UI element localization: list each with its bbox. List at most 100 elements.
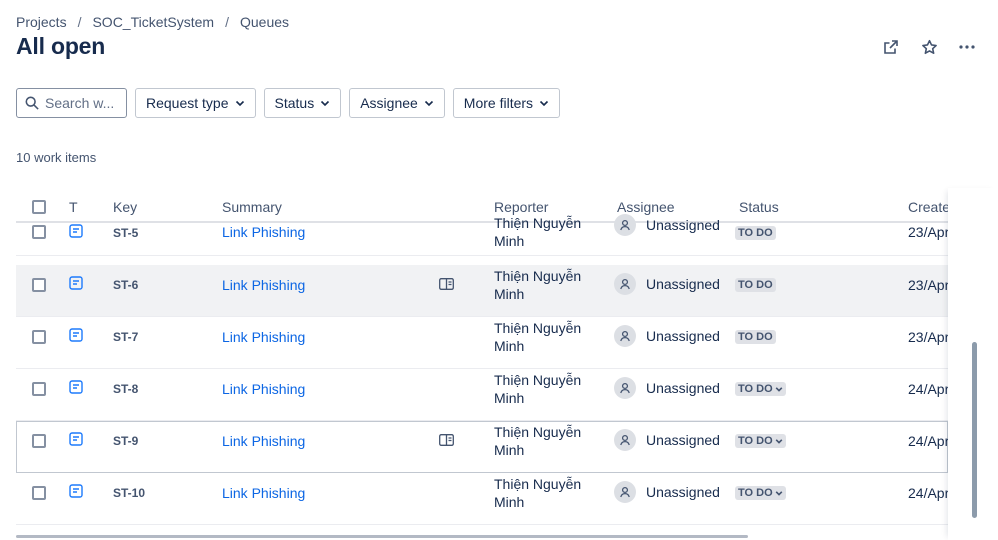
select-all-checkbox[interactable] bbox=[32, 200, 46, 214]
status-lozenge[interactable]: TO DO bbox=[735, 434, 786, 448]
more-filters-button[interactable]: More filters bbox=[452, 88, 561, 118]
user-icon bbox=[620, 486, 630, 498]
issue-summary-link[interactable]: Link Phishing bbox=[222, 433, 305, 449]
table-row[interactable]: ST-8 Link Phishing Thiện Nguyễn Minh Una… bbox=[16, 369, 948, 421]
avatar bbox=[614, 214, 636, 236]
reporter: Thiện Nguyễn Minh bbox=[494, 319, 581, 355]
star-button[interactable] bbox=[920, 38, 938, 56]
column-header-key[interactable]: Key bbox=[113, 199, 137, 215]
reporter-name: Thiện Nguyễn bbox=[494, 372, 582, 388]
table-row[interactable]: ST-5 Link Phishing Thiện Nguyễn Minh Una… bbox=[16, 214, 948, 256]
chevron-down-icon bbox=[775, 491, 783, 496]
reporter: Thiện Nguyễn Minh bbox=[494, 475, 581, 511]
request-type-filter[interactable]: Request type bbox=[135, 88, 256, 118]
work-item-count: 10 work items bbox=[16, 150, 97, 165]
search-box[interactable] bbox=[16, 88, 127, 118]
issue-summary-link[interactable]: Link Phishing bbox=[222, 224, 305, 240]
star-icon bbox=[921, 39, 937, 54]
issue-summary-link[interactable]: Link Phishing bbox=[222, 329, 305, 345]
status-lozenge[interactable]: TO DO bbox=[735, 330, 776, 344]
filter-bar: Request type Status Assignee More filter… bbox=[16, 88, 561, 118]
row-checkbox[interactable] bbox=[32, 278, 46, 292]
status-lozenge[interactable]: TO DO bbox=[735, 226, 776, 240]
avatar bbox=[614, 429, 636, 451]
row-checkbox[interactable] bbox=[32, 486, 46, 500]
breadcrumb: Projects / SOC_TicketSystem / Queues bbox=[16, 14, 289, 30]
status-label: TO DO bbox=[738, 435, 773, 447]
horizontal-scrollbar-thumb[interactable] bbox=[16, 535, 748, 538]
assignee-filter[interactable]: Assignee bbox=[349, 88, 445, 118]
open-in-new-button[interactable] bbox=[882, 38, 900, 56]
status-lozenge[interactable]: TO DO bbox=[735, 486, 786, 500]
user-icon bbox=[620, 219, 630, 231]
reporter: Thiện Nguyễn Minh bbox=[494, 423, 581, 459]
assignee[interactable]: Unassigned bbox=[614, 377, 720, 399]
column-header-status[interactable]: Status bbox=[739, 199, 779, 215]
breadcrumb-queues[interactable]: Queues bbox=[240, 14, 289, 30]
assignee[interactable]: Unassigned bbox=[614, 481, 720, 503]
service-request-icon bbox=[69, 328, 83, 342]
assignee[interactable]: Unassigned bbox=[614, 214, 720, 236]
assignee[interactable]: Unassigned bbox=[614, 325, 720, 347]
more-actions-button[interactable] bbox=[958, 38, 976, 56]
column-header-created[interactable]: Create bbox=[908, 199, 948, 215]
reporter-name: Thiện Nguyễn bbox=[494, 424, 582, 440]
user-icon bbox=[620, 434, 630, 446]
row-checkbox[interactable] bbox=[32, 382, 46, 396]
row-checkbox[interactable] bbox=[32, 330, 46, 344]
row-checkbox[interactable] bbox=[32, 225, 46, 239]
avatar bbox=[614, 273, 636, 295]
breadcrumb-projects[interactable]: Projects bbox=[16, 14, 67, 30]
service-request-icon bbox=[69, 432, 83, 446]
search-icon bbox=[25, 96, 39, 110]
column-header-type[interactable]: T bbox=[69, 199, 78, 215]
chevron-down-icon bbox=[775, 387, 783, 392]
issue-summary-link[interactable]: Link Phishing bbox=[222, 381, 305, 397]
reporter: Thiện Nguyễn Minh bbox=[494, 371, 581, 407]
status-filter-label: Status bbox=[274, 95, 315, 111]
column-header-reporter[interactable]: Reporter bbox=[494, 199, 548, 215]
user-icon bbox=[620, 382, 630, 394]
issue-key[interactable]: ST-6 bbox=[113, 278, 138, 292]
table-row[interactable]: ST-10 Link Phishing Thiện Nguyễn Minh Un… bbox=[16, 473, 948, 525]
issue-key[interactable]: ST-5 bbox=[113, 226, 138, 240]
issue-summary-link[interactable]: Link Phishing bbox=[222, 277, 305, 293]
header-actions bbox=[882, 38, 976, 56]
reporter-name-line2: Minh bbox=[494, 442, 525, 458]
avatar bbox=[614, 481, 636, 503]
external-link-icon bbox=[884, 40, 898, 54]
chevron-down-icon bbox=[235, 100, 244, 107]
column-header-assignee[interactable]: Assignee bbox=[617, 199, 675, 215]
table-row[interactable]: ST-9 Link Phishing Thiện Nguyễn Minh Una… bbox=[16, 421, 948, 473]
user-icon bbox=[620, 330, 630, 342]
issue-summary-link[interactable]: Link Phishing bbox=[222, 485, 305, 501]
created-date: 24/Apr bbox=[908, 381, 948, 397]
open-details-icon[interactable] bbox=[439, 434, 454, 446]
assignee-name: Unassigned bbox=[646, 484, 720, 500]
service-request-icon bbox=[69, 380, 83, 394]
table-row[interactable]: ST-6 Link Phishing Thiện Nguyễn Minh Una… bbox=[16, 265, 948, 317]
status-lozenge[interactable]: TO DO bbox=[735, 278, 776, 292]
table-row[interactable]: ST-7 Link Phishing Thiện Nguyễn Minh Una… bbox=[16, 317, 948, 369]
status-lozenge[interactable]: TO DO bbox=[735, 382, 786, 396]
issue-key[interactable]: ST-9 bbox=[113, 434, 138, 448]
work-items-table: T Key Summary Reporter Assignee Status C… bbox=[16, 188, 948, 538]
status-filter[interactable]: Status bbox=[263, 88, 342, 118]
column-header-summary[interactable]: Summary bbox=[222, 199, 282, 215]
open-details-icon[interactable] bbox=[439, 278, 454, 290]
search-input[interactable] bbox=[45, 95, 121, 111]
service-request-icon bbox=[69, 484, 83, 498]
row-checkbox[interactable] bbox=[32, 434, 46, 448]
reporter-name: Thiện Nguyễn bbox=[494, 268, 582, 284]
vertical-scrollbar-thumb[interactable] bbox=[972, 342, 977, 518]
assignee[interactable]: Unassigned bbox=[614, 273, 720, 295]
issue-key[interactable]: ST-10 bbox=[113, 486, 145, 500]
page-title: All open bbox=[16, 33, 106, 59]
issue-key[interactable]: ST-7 bbox=[113, 330, 138, 344]
breadcrumb-project[interactable]: SOC_TicketSystem bbox=[92, 14, 214, 30]
created-date: 23/Apr bbox=[908, 224, 948, 240]
assignee[interactable]: Unassigned bbox=[614, 429, 720, 451]
assignee-name: Unassigned bbox=[646, 276, 720, 292]
chevron-down-icon bbox=[775, 439, 783, 444]
issue-key[interactable]: ST-8 bbox=[113, 382, 138, 396]
